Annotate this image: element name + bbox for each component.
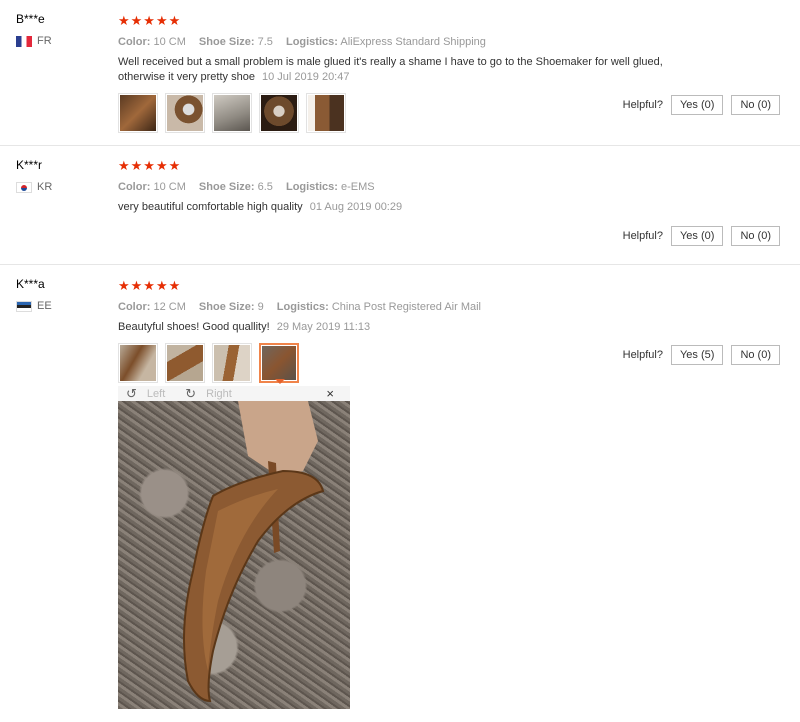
logistics-value: e-EMS	[340, 181, 375, 193]
shoe-size-label: Shoe Size:	[198, 36, 255, 48]
shoe-size-value: 9	[257, 301, 264, 313]
france-flag-icon	[16, 35, 32, 47]
helpful-vote: Helpful? Yes (5) No (0)	[623, 345, 780, 365]
review-date: 29 May 2019 11:13	[276, 321, 371, 333]
shoe-size-value: 7.5	[257, 36, 273, 48]
review-photo-thumbnail[interactable]	[306, 93, 346, 133]
review-photo-thumbnail-selected[interactable]	[259, 343, 299, 384]
review-content: ★★★★★ Color: 12 CM Shoe Size: 9 Logistic…	[118, 278, 780, 384]
shoe-size-label: Shoe Size:	[198, 301, 255, 313]
reviewer-name: B***e	[16, 12, 45, 26]
reviewer-country: FR	[16, 35, 52, 47]
logistics-label: Logistics:	[285, 36, 338, 48]
helpful-yes-button[interactable]: Yes (0)	[670, 95, 724, 115]
review-content: ★★★★★ Color: 10 CM Shoe Size: 6.5 Logist…	[118, 158, 780, 215]
reviewer-name: K***r	[16, 158, 43, 172]
shoe-size-label: Shoe Size:	[198, 181, 255, 193]
helpful-no-button[interactable]: No (0)	[731, 95, 780, 115]
star-rating: ★★★★★	[118, 158, 182, 173]
rotate-right-button[interactable]: ↻ Right	[185, 386, 242, 402]
color-value: 10 CM	[153, 36, 186, 48]
shoe-size-value: 6.5	[257, 181, 273, 193]
review-photo-thumbnail[interactable]	[165, 343, 205, 383]
reviewer-country: KR	[16, 181, 52, 193]
photo-viewer-image	[118, 401, 350, 709]
helpful-vote: Helpful? Yes (0) No (0)	[623, 226, 780, 246]
review-content: ★★★★★ Color: 10 CM Shoe Size: 7.5 Logist…	[118, 13, 780, 133]
color-value: 12 CM	[153, 301, 186, 313]
color-label: Color:	[118, 301, 151, 313]
reviewer-info: K***r KR	[16, 158, 52, 193]
review-photo-thumbnail[interactable]	[212, 93, 252, 133]
review-photo-thumbnail[interactable]	[165, 93, 205, 133]
star-rating: ★★★★★	[118, 13, 182, 28]
rotate-left-label: Left	[146, 387, 166, 400]
logistics-value: China Post Registered Air Mail	[331, 301, 481, 313]
helpful-label: Helpful?	[622, 230, 663, 242]
helpful-yes-button[interactable]: Yes (5)	[670, 345, 724, 365]
rotate-right-icon: ↻	[185, 385, 197, 401]
star-rating: ★★★★★	[118, 278, 182, 293]
order-info: Color: 10 CM Shoe Size: 7.5 Logistics: A…	[118, 36, 780, 48]
color-label: Color:	[118, 36, 151, 48]
review-item: K***r KR ★★★★★ Color: 10 CM Shoe Size: 6…	[0, 146, 800, 265]
review-text-block: very beautiful comfortable high quality …	[118, 200, 708, 215]
order-info: Color: 12 CM Shoe Size: 9 Logistics: Chi…	[118, 301, 780, 313]
review-photo-thumbnail[interactable]	[212, 343, 252, 383]
review-photo-thumbnail[interactable]	[259, 93, 299, 133]
review-item: B***e FR ★★★★★ Color: 10 CM Shoe Size: 7…	[0, 0, 800, 146]
color-label: Color:	[118, 181, 151, 193]
korea-flag-icon	[16, 181, 32, 193]
estonia-flag-icon	[16, 300, 32, 312]
review-text: Beautyful shoes! Good quallity!	[118, 321, 270, 333]
photo-viewer-toolbar: ↺ Left ↻ Right ×	[118, 386, 350, 401]
country-code: FR	[37, 35, 52, 47]
helpful-vote: Helpful? Yes (0) No (0)	[623, 95, 780, 115]
review-text: Well received but a small problem is mal…	[118, 56, 663, 83]
helpful-no-button[interactable]: No (0)	[731, 226, 780, 246]
rotate-right-label: Right	[206, 387, 232, 400]
logistics-value: AliExpress Standard Shipping	[340, 36, 486, 48]
close-icon[interactable]: ×	[326, 386, 334, 401]
helpful-label: Helpful?	[622, 99, 663, 111]
logistics-label: Logistics:	[276, 301, 329, 313]
reviewer-info: K***a EE	[16, 277, 52, 312]
reviewer-name: K***a	[16, 277, 45, 291]
review-text-block: Beautyful shoes! Good quallity! 29 May 2…	[118, 320, 708, 335]
order-info: Color: 10 CM Shoe Size: 6.5 Logistics: e…	[118, 181, 780, 193]
photo-viewer: ↺ Left ↻ Right ×	[118, 386, 350, 709]
review-date: 10 Jul 2019 20:47	[262, 71, 350, 83]
country-code: EE	[37, 300, 52, 312]
shoe-photo-illustration	[183, 401, 325, 703]
color-value: 10 CM	[153, 181, 186, 193]
rotate-left-icon: ↺	[126, 385, 137, 401]
review-date: 01 Aug 2019 00:29	[309, 201, 403, 213]
helpful-label: Helpful?	[622, 349, 663, 361]
review-text-block: Well received but a small problem is mal…	[118, 55, 708, 85]
reviewer-info: B***e FR	[16, 12, 52, 47]
helpful-yes-button[interactable]: Yes (0)	[670, 226, 724, 246]
rotate-left-button[interactable]: ↺ Left	[126, 386, 175, 402]
helpful-no-button[interactable]: No (0)	[731, 345, 780, 365]
review-photo-thumbnail[interactable]	[118, 93, 158, 133]
review-photo-thumbnail[interactable]	[118, 343, 158, 383]
country-code: KR	[37, 181, 53, 193]
reviewer-country: EE	[16, 300, 52, 312]
review-text: very beautiful comfortable high quality	[118, 201, 303, 213]
logistics-label: Logistics:	[285, 181, 338, 193]
